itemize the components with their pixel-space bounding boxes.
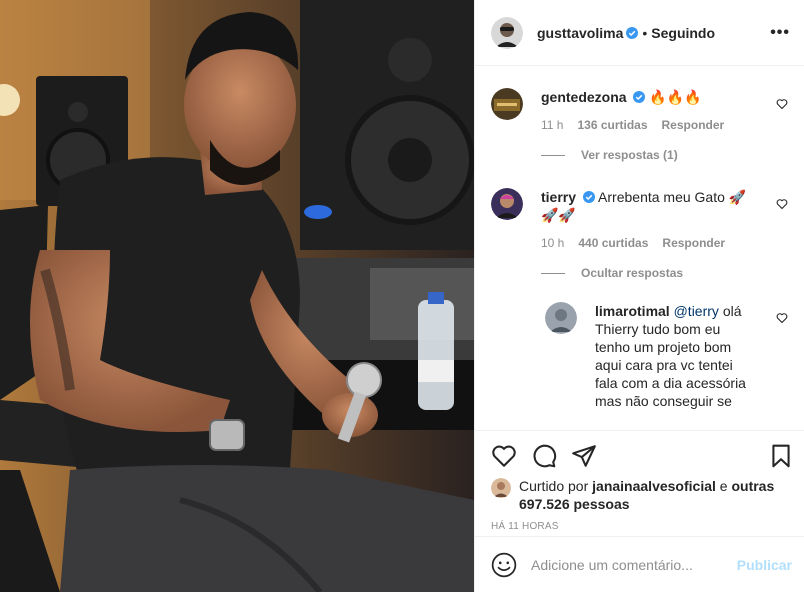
liker-username[interactable]: janainaalvesoficial bbox=[592, 478, 716, 494]
action-icons-row bbox=[475, 431, 804, 481]
comment-item: tierry Arrebenta meu Gato 🚀🚀🚀 10 h 440 c… bbox=[491, 188, 788, 252]
reply-item: limarotimal @tierry olá Thierry tudo bom… bbox=[545, 302, 788, 410]
liked-by-row: Curtido por janainaalvesoficial e outras… bbox=[475, 477, 804, 513]
liked-by-middle: e bbox=[715, 478, 732, 494]
commenter-avatar[interactable] bbox=[491, 88, 523, 120]
reply-username[interactable]: limarotimal bbox=[595, 303, 670, 319]
share-icon[interactable] bbox=[571, 443, 597, 469]
comment-likes[interactable]: 440 curtidas bbox=[578, 234, 648, 252]
comment-time[interactable]: 10 h bbox=[541, 234, 564, 252]
liked-by-prefix: Curtido por bbox=[519, 478, 593, 494]
liker-avatar[interactable] bbox=[491, 478, 511, 498]
replies-line bbox=[541, 154, 565, 156]
bookmark-icon[interactable] bbox=[768, 443, 794, 469]
replies-line bbox=[541, 272, 565, 274]
reply-body: limarotimal @tierry olá Thierry tudo bom… bbox=[595, 302, 788, 410]
post-image bbox=[0, 0, 474, 592]
comment-meta: 11 h 136 curtidas Responder bbox=[541, 116, 762, 134]
reply-like-heart-icon[interactable] bbox=[776, 312, 788, 324]
hide-replies-label: Ocultar respostas bbox=[581, 266, 684, 280]
verified-badge-icon bbox=[633, 91, 646, 103]
verified-badge-icon bbox=[582, 191, 595, 203]
post-details-panel: gusttavolima • Seguindo ••• gentedezona bbox=[474, 0, 804, 592]
author-avatar[interactable] bbox=[491, 16, 523, 49]
view-replies-button[interactable]: Ver respostas (1) bbox=[541, 148, 788, 162]
comment-username[interactable]: gentedezona bbox=[541, 89, 627, 105]
more-options-icon[interactable]: ••• bbox=[770, 24, 790, 41]
view-replies-label: Ver respostas (1) bbox=[581, 148, 678, 162]
comment-item: gentedezona 🔥🔥🔥 11 h 136 curtidas Respon… bbox=[491, 88, 788, 134]
comments-list[interactable]: gentedezona 🔥🔥🔥 11 h 136 curtidas Respon… bbox=[475, 66, 804, 430]
hide-replies-button[interactable]: Ocultar respostas bbox=[541, 266, 788, 280]
author-username[interactable]: gusttavolima bbox=[537, 25, 623, 41]
liked-by-text: Curtido por janainaalvesoficial e outras… bbox=[519, 477, 788, 513]
heart-icon[interactable] bbox=[491, 443, 517, 469]
following-button[interactable]: Seguindo bbox=[651, 25, 715, 41]
reply-mention[interactable]: @tierry bbox=[674, 303, 719, 319]
reply-button[interactable]: Responder bbox=[662, 234, 725, 252]
comment-meta: 10 h 440 curtidas Responder bbox=[541, 234, 762, 252]
post-header: gusttavolima • Seguindo ••• bbox=[475, 0, 804, 66]
comment-likes[interactable]: 136 curtidas bbox=[577, 116, 647, 134]
verified-badge-icon bbox=[626, 26, 639, 39]
post-photo[interactable] bbox=[0, 0, 474, 592]
commenter-avatar[interactable] bbox=[491, 188, 523, 220]
publish-button[interactable]: Publicar bbox=[737, 557, 792, 573]
comment-like-heart-icon[interactable] bbox=[776, 198, 788, 210]
reply-avatar[interactable] bbox=[545, 302, 577, 334]
separator-dot: • bbox=[642, 24, 648, 41]
comment-icon[interactable] bbox=[531, 443, 557, 469]
add-comment-bar: Publicar bbox=[475, 536, 804, 592]
comment-input[interactable] bbox=[531, 556, 737, 573]
comment-body: gentedezona 🔥🔥🔥 11 h 136 curtidas Respon… bbox=[541, 88, 788, 134]
comment-time[interactable]: 11 h bbox=[541, 116, 563, 134]
reply-button[interactable]: Responder bbox=[662, 116, 725, 134]
comment-body: tierry Arrebenta meu Gato 🚀🚀🚀 10 h 440 c… bbox=[541, 188, 788, 252]
comment-username[interactable]: tierry bbox=[541, 189, 576, 205]
emoji-icon[interactable] bbox=[491, 552, 517, 578]
comment-like-heart-icon[interactable] bbox=[776, 98, 788, 110]
post-timestamp[interactable]: HÁ 11 HORAS bbox=[475, 521, 804, 532]
comment-text: 🔥🔥🔥 bbox=[649, 89, 702, 105]
post-actions: Curtido por janainaalvesoficial e outras… bbox=[475, 430, 804, 532]
